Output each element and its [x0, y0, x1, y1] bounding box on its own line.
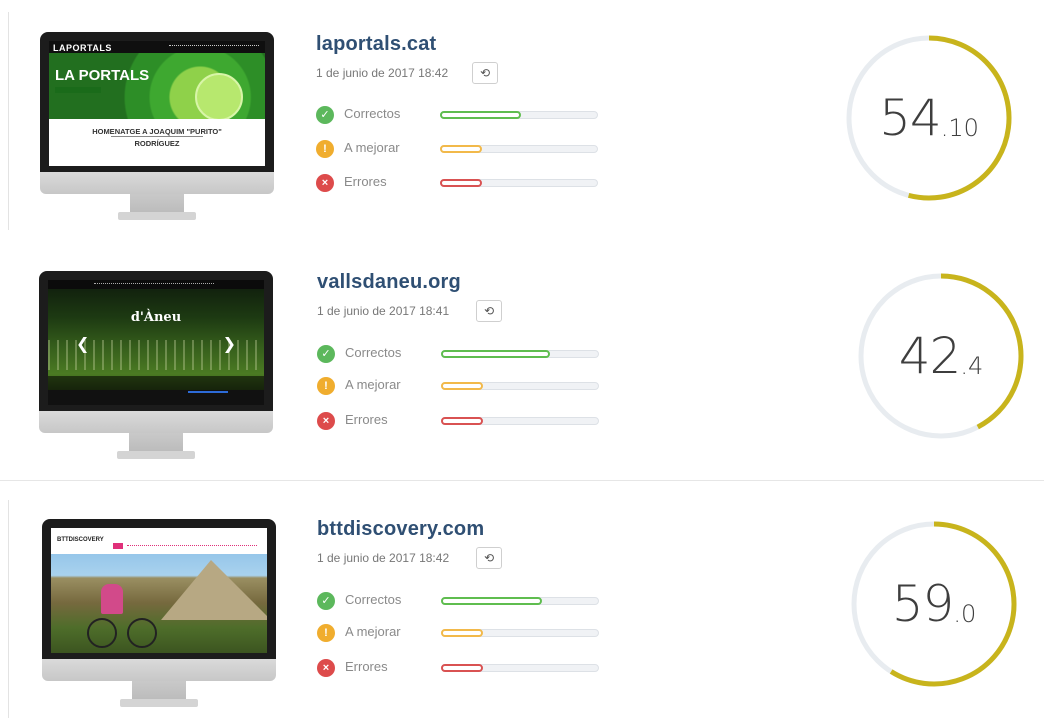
- site-title-link[interactable]: vallsdaneu.org: [317, 271, 461, 294]
- metric-label: Errores: [345, 412, 388, 427]
- row-divider: [0, 480, 1044, 481]
- monitor-stand: [129, 433, 183, 451]
- progress-fill-errors: [440, 179, 482, 187]
- progress-fill-errors: [441, 417, 483, 425]
- score-decimal: .0: [953, 600, 977, 628]
- progress-fill-correct: [440, 111, 521, 119]
- x-circle-icon: ×: [316, 174, 334, 192]
- chevron-right-icon: ❯: [222, 336, 236, 353]
- analysis-date: 1 de junio de 2017 18:41: [317, 304, 450, 318]
- score-gauge: 54.10: [843, 32, 1015, 204]
- metric-errors: × Errores: [317, 657, 637, 677]
- site-thumbnail[interactable]: d'Àneu ❮ ❯: [39, 271, 273, 461]
- metric-improve: ! A mejorar: [317, 622, 637, 642]
- score-integer: 42: [898, 327, 962, 385]
- monitor-base: [120, 699, 198, 707]
- progress-fill-improve: [441, 629, 483, 637]
- site-thumbnail[interactable]: BTTDISCOVERY: [42, 519, 276, 709]
- score-integer: 54: [879, 89, 942, 147]
- monitor-stand: [130, 194, 184, 212]
- metric-errors: × Errores: [317, 410, 637, 430]
- refresh-button[interactable]: ⟲: [472, 62, 498, 84]
- progress-track: [441, 350, 599, 358]
- thumb-headline-2: RODRÍGUEZ: [134, 139, 180, 148]
- metric-correct: ✓ Correctos: [317, 590, 637, 610]
- screenshot-preview: LAPORTALS LA PORTALS HOMENATGE A JOAQUIM…: [49, 41, 265, 166]
- row-accent-line: [8, 12, 9, 230]
- progress-track: [441, 629, 599, 637]
- progress-fill-correct: [441, 597, 542, 605]
- metric-correct: ✓ Correctos: [317, 343, 637, 363]
- metric-label: A mejorar: [345, 624, 401, 639]
- chevron-left-icon: ❮: [76, 336, 90, 353]
- thumb-headline: HOMENATGE A JOAQUIM "PURITO": [92, 127, 222, 136]
- analysis-date: 1 de junio de 2017 18:42: [317, 551, 450, 565]
- x-circle-icon: ×: [317, 412, 335, 430]
- progress-fill-errors: [441, 664, 483, 672]
- score-integer: 59: [891, 575, 955, 633]
- thumb-brand: BTTDISCOVERY: [57, 537, 104, 543]
- check-circle-icon: ✓: [316, 106, 334, 124]
- check-circle-icon: ✓: [317, 345, 335, 363]
- metric-label: A mejorar: [345, 377, 401, 392]
- exclamation-circle-icon: !: [316, 140, 334, 158]
- analysis-date: 1 de junio de 2017 18:42: [316, 66, 449, 80]
- refresh-icon: ⟲: [483, 551, 495, 565]
- site-title-link[interactable]: bttdiscovery.com: [317, 518, 484, 541]
- progress-track: [440, 145, 598, 153]
- thumb-logo: LAPORTALS: [53, 43, 112, 53]
- score-gauge: 42.4: [855, 270, 1027, 442]
- monitor-stand: [132, 681, 186, 699]
- progress-track: [440, 179, 598, 187]
- site-thumbnail[interactable]: LAPORTALS LA PORTALS HOMENATGE A JOAQUIM…: [40, 32, 274, 222]
- metric-label: Errores: [344, 174, 387, 189]
- metric-improve: ! A mejorar: [316, 138, 636, 158]
- refresh-icon: ⟲: [483, 304, 495, 318]
- exclamation-circle-icon: !: [317, 377, 335, 395]
- metric-label: A mejorar: [344, 140, 400, 155]
- refresh-icon: ⟲: [479, 66, 491, 80]
- site-title-link[interactable]: laportals.cat: [316, 33, 436, 56]
- progress-track: [441, 382, 599, 390]
- progress-track: [441, 664, 599, 672]
- metric-label: Correctos: [345, 592, 402, 607]
- score-gauge: 59.0: [848, 518, 1020, 690]
- score-decimal: .10: [940, 114, 979, 142]
- metric-errors: × Errores: [316, 172, 636, 192]
- thumb-title: d'Àneu: [130, 310, 182, 325]
- progress-track: [441, 597, 599, 605]
- progress-fill-improve: [441, 382, 483, 390]
- metric-label: Correctos: [344, 106, 401, 121]
- refresh-button[interactable]: ⟲: [476, 547, 502, 569]
- refresh-button[interactable]: ⟲: [476, 300, 502, 322]
- monitor-chin: [40, 172, 274, 194]
- check-circle-icon: ✓: [317, 592, 335, 610]
- exclamation-circle-icon: !: [317, 624, 335, 642]
- metric-label: Correctos: [345, 345, 402, 360]
- row-accent-line: [8, 500, 9, 718]
- metric-label: Errores: [345, 659, 388, 674]
- screenshot-preview: BTTDISCOVERY: [51, 528, 267, 653]
- metric-correct: ✓ Correctos: [316, 104, 636, 124]
- thumb-badge: [195, 73, 243, 121]
- progress-track: [441, 417, 599, 425]
- progress-track: [440, 111, 598, 119]
- progress-fill-improve: [440, 145, 482, 153]
- thumb-hero: LA PORTALS: [55, 67, 150, 84]
- progress-fill-correct: [441, 350, 550, 358]
- score-decimal: .4: [960, 352, 984, 380]
- screenshot-preview: d'Àneu ❮ ❯: [48, 280, 264, 405]
- monitor-chin: [42, 659, 276, 681]
- x-circle-icon: ×: [317, 659, 335, 677]
- monitor-chin: [39, 411, 273, 433]
- monitor-base: [118, 212, 196, 220]
- monitor-base: [117, 451, 195, 459]
- metric-improve: ! A mejorar: [317, 375, 637, 395]
